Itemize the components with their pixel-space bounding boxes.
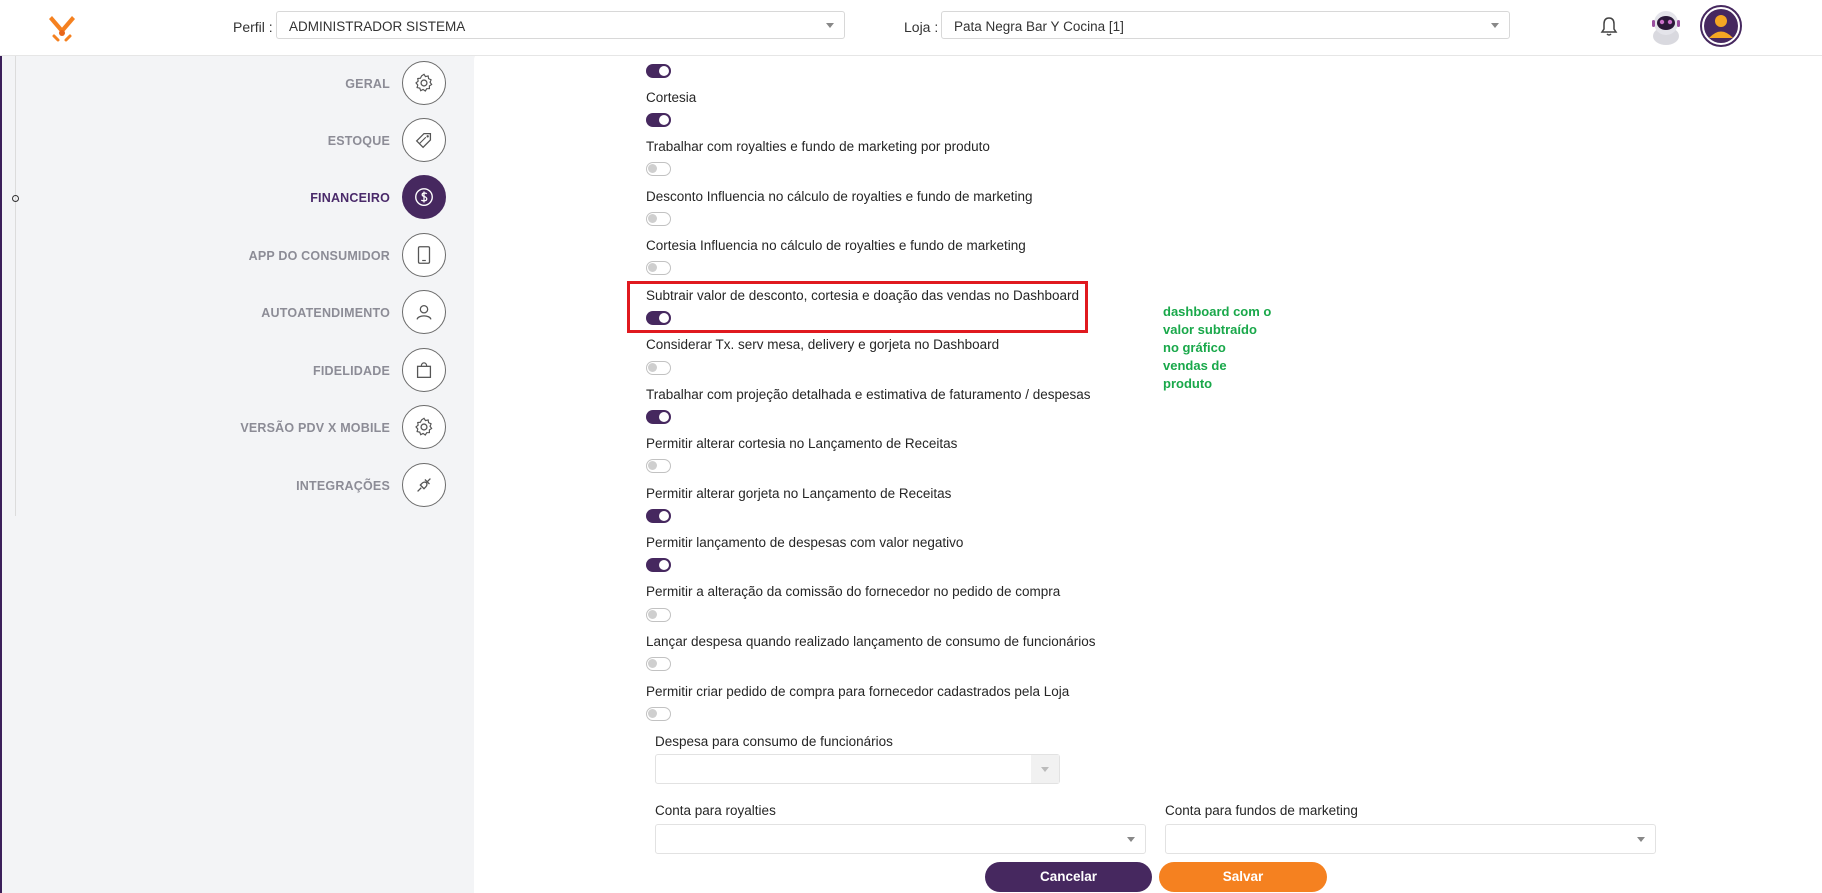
toggle-knob <box>659 313 669 323</box>
toggle-cortesia-influencia[interactable] <box>646 261 671 275</box>
toggle-royalties-produto[interactable] <box>646 162 671 176</box>
option-label: Permitir alterar cortesia no Lançamento … <box>646 436 958 451</box>
sidebar-item-label: INTEGRAÇÕES <box>296 479 390 493</box>
toggle-cortesia[interactable] <box>646 113 671 127</box>
conta-royalties-select[interactable] <box>655 824 1146 854</box>
toggle-comissao-fornecedor[interactable] <box>646 608 671 622</box>
sidebar-item-app-consumidor[interactable]: APP DO CONSUMIDOR <box>200 233 446 279</box>
toggle-knob <box>659 66 669 76</box>
collapse-toggle[interactable] <box>12 195 19 202</box>
toggle-knob <box>648 363 657 372</box>
chevron-down-icon <box>1637 837 1645 842</box>
sidebar-item-integracoes[interactable]: INTEGRAÇÕES <box>200 463 446 509</box>
cancel-button[interactable]: Cancelar <box>985 862 1152 892</box>
annotation-note: dashboard com o valor subtraído no gráfi… <box>1163 304 1272 391</box>
option-label: Considerar Tx. serv mesa, delivery e gor… <box>646 337 1000 352</box>
toggle-knob <box>648 461 657 470</box>
sidebar-item-financeiro[interactable]: FINANCEIRO <box>200 175 446 221</box>
sidebar-item-geral[interactable]: GERAL <box>200 61 446 107</box>
loja-label: Loja : <box>904 19 939 35</box>
dollar-icon <box>402 175 446 219</box>
chevron-down-icon <box>826 23 834 28</box>
sidebar-item-label: FIDELIDADE <box>313 364 390 378</box>
dropdown-button <box>1031 755 1059 783</box>
sidebar-item-label: APP DO CONSUMIDOR <box>248 249 390 263</box>
option-label: Cortesia Influencia no cálculo de royalt… <box>646 238 1026 253</box>
sidebar-item-versao-pdv[interactable]: VERSÃO PDV X MOBILE <box>200 405 446 451</box>
option-label: Permitir lançamento de despesas com valo… <box>646 535 964 550</box>
toggle-knob <box>659 412 669 422</box>
perfil-value: ADMINISTRADOR SISTEMA <box>289 19 466 34</box>
despesa-consumo-select[interactable] <box>655 754 1060 784</box>
toggle-knob <box>648 709 657 718</box>
sidebar-item-label: GERAL <box>345 77 390 91</box>
top-header: Perfil : ADMINISTRADOR SISTEMA Loja : Pa… <box>0 0 1822 56</box>
toggle-tx-serv[interactable] <box>646 361 671 375</box>
assistant-robot-icon[interactable] <box>1646 6 1686 46</box>
toggle-desconto-influencia[interactable] <box>646 212 671 226</box>
sidebar-item-label: VERSÃO PDV X MOBILE <box>240 421 390 435</box>
top-toggle[interactable] <box>646 64 671 78</box>
bag-icon <box>402 348 446 392</box>
option-label: Trabalhar com projeção detalhada e estim… <box>646 387 1091 402</box>
option-label: Desconto Influencia no cálculo de royalt… <box>646 189 1033 204</box>
gear-icon <box>402 405 446 449</box>
perfil-label: Perfil : <box>233 19 273 35</box>
conta-royalties-label: Conta para royalties <box>655 803 776 818</box>
sidebar-item-estoque[interactable]: ESTOQUE <box>200 118 446 164</box>
toggle-projecao[interactable] <box>646 410 671 424</box>
conta-fundos-select[interactable] <box>1165 824 1656 854</box>
toggle-knob <box>659 115 669 125</box>
chevron-down-icon <box>1491 23 1499 28</box>
chevron-down-icon <box>1127 837 1135 842</box>
toggle-despesas-negativo[interactable] <box>646 558 671 572</box>
toggle-knob <box>659 511 669 521</box>
toggle-knob <box>648 164 657 173</box>
option-label-cortesia: Cortesia <box>646 90 697 105</box>
gear-icon <box>402 61 446 105</box>
logo-icon[interactable] <box>46 12 78 44</box>
option-label: Subtrair valor de desconto, cortesia e d… <box>646 288 1080 303</box>
toggle-knob <box>648 263 657 272</box>
user-icon <box>402 290 446 334</box>
option-label: Permitir alterar gorjeta no Lançamento d… <box>646 486 952 501</box>
sidebar-item-fidelidade[interactable]: FIDELIDADE <box>200 348 446 394</box>
toggle-knob <box>648 214 657 223</box>
loja-select[interactable]: Pata Negra Bar Y Cocina [1] <box>941 11 1510 39</box>
sidebar-item-label: AUTOATENDIMENTO <box>261 306 390 320</box>
user-avatar[interactable] <box>1700 5 1742 47</box>
toggle-knob <box>648 610 657 619</box>
option-label: Permitir a alteração da comissão do forn… <box>646 584 1061 599</box>
sidebar-item-label: ESTOQUE <box>327 134 390 148</box>
toggle-knob <box>659 560 669 570</box>
option-label: Lançar despesa quando realizado lançamen… <box>646 634 1096 649</box>
toggle-subtrair-dashboard[interactable] <box>646 311 671 325</box>
plug-icon <box>402 463 446 507</box>
option-label: Trabalhar com royalties e fundo de marke… <box>646 139 990 154</box>
tablet-icon <box>402 233 446 277</box>
save-button[interactable]: Salvar <box>1159 862 1327 892</box>
sidebar-item-label: FINANCEIRO <box>310 191 390 205</box>
tag-icon <box>402 118 446 162</box>
sidebar-item-autoatendimento[interactable]: AUTOATENDIMENTO <box>200 290 446 336</box>
loja-value: Pata Negra Bar Y Cocina [1] <box>954 19 1124 34</box>
bell-icon[interactable] <box>1597 15 1621 39</box>
toggle-despesa-consumo[interactable] <box>646 657 671 671</box>
option-label: Permitir criar pedido de compra para for… <box>646 684 1070 699</box>
conta-fundos-label: Conta para fundos de marketing <box>1165 803 1358 818</box>
sidebar-divider <box>15 56 16 516</box>
toggle-knob <box>648 659 657 668</box>
chevron-down-icon <box>1041 767 1049 772</box>
toggle-alterar-cortesia[interactable] <box>646 459 671 473</box>
despesa-consumo-label: Despesa para consumo de funcionários <box>655 734 893 749</box>
toggle-pedido-compra[interactable] <box>646 707 671 721</box>
perfil-select[interactable]: ADMINISTRADOR SISTEMA <box>276 11 845 39</box>
toggle-alterar-gorjeta[interactable] <box>646 509 671 523</box>
